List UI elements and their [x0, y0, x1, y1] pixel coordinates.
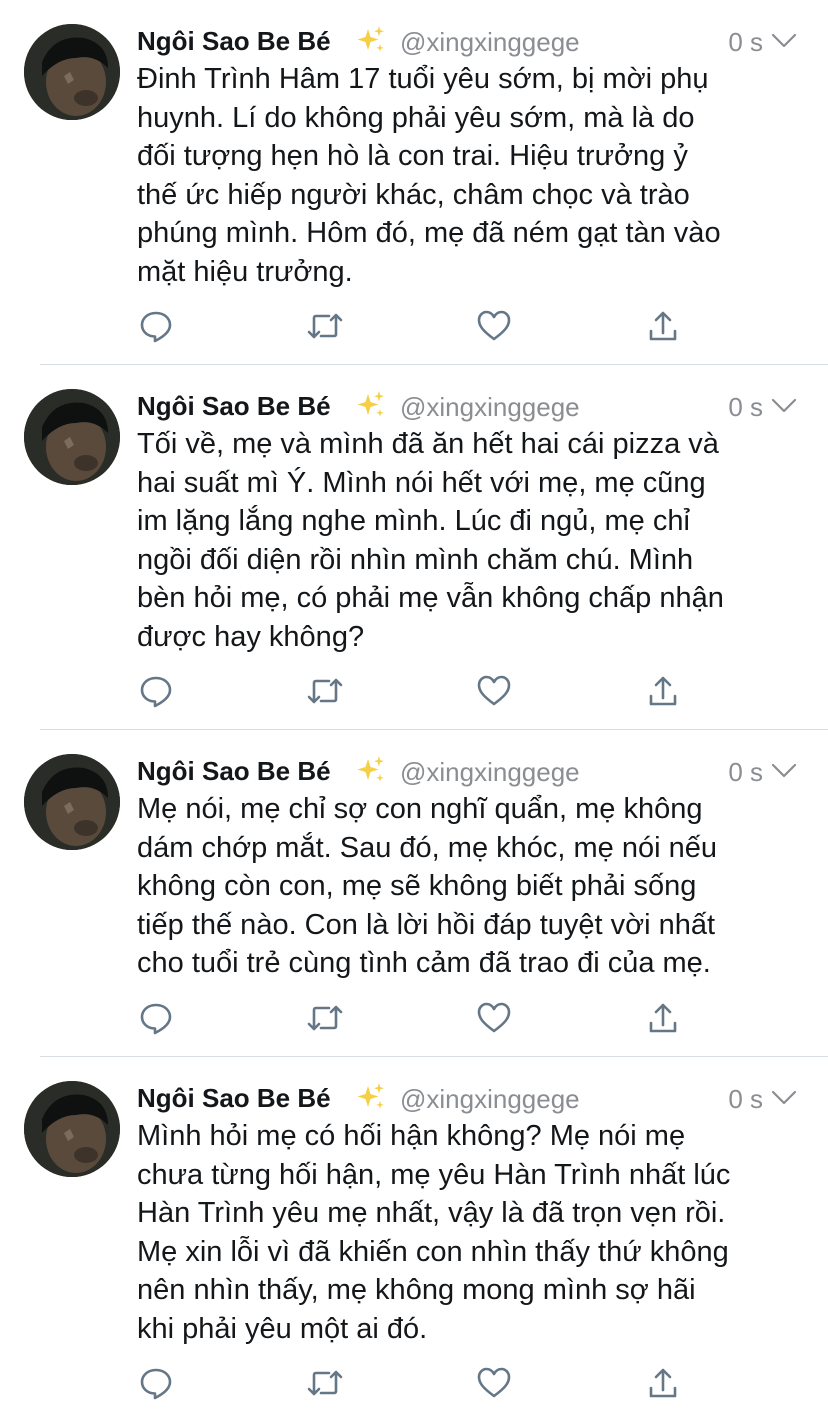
like-button[interactable] — [474, 671, 514, 711]
chevron-down-icon[interactable] — [771, 1089, 797, 1107]
reply-icon — [140, 1003, 172, 1035]
user-handle[interactable]: @xingxinggege — [400, 392, 580, 423]
share-button[interactable] — [643, 671, 683, 711]
avatar[interactable] — [24, 754, 120, 850]
reply-button[interactable] — [136, 306, 176, 346]
tweet-text: Đinh Trình Hâm 17 tuổi yêu sớm, bị mời p… — [137, 63, 721, 288]
timestamp: 0 s — [728, 1084, 763, 1114]
display-name[interactable]: Ngôi Sao Be Bé — [137, 756, 331, 787]
reply-button[interactable] — [136, 1363, 176, 1403]
user-handle[interactable]: @xingxinggege — [400, 27, 580, 58]
tweet[interactable]: Ngôi Sao Be Bé @xingxinggege 0 s Đinh Tr… — [0, 24, 828, 366]
display-name[interactable]: Ngôi Sao Be Bé — [137, 391, 331, 422]
like-icon — [477, 1002, 511, 1033]
like-icon — [477, 675, 511, 706]
retweet-button[interactable] — [305, 306, 345, 346]
tweet-header: Ngôi Sao Be Bé @xingxinggege 0 s — [137, 1081, 799, 1121]
retweet-icon — [307, 313, 343, 339]
user-handle[interactable]: @xingxinggege — [400, 757, 580, 788]
tweet-header: Ngôi Sao Be Bé @xingxinggege 0 s — [137, 389, 799, 429]
retweet-icon — [307, 1370, 343, 1396]
divider — [40, 1056, 828, 1057]
sparkles-icon — [355, 754, 387, 786]
retweet-button[interactable] — [305, 1363, 345, 1403]
like-button[interactable] — [474, 306, 514, 346]
retweet-button[interactable] — [305, 671, 345, 711]
retweet-icon — [307, 678, 343, 704]
display-name[interactable]: Ngôi Sao Be Bé — [137, 1083, 331, 1114]
chevron-down-icon[interactable] — [771, 397, 797, 415]
avatar[interactable] — [24, 389, 120, 485]
avatar[interactable] — [24, 24, 120, 120]
share-icon — [649, 1003, 677, 1033]
like-button[interactable] — [474, 1363, 514, 1403]
like-icon — [477, 1367, 511, 1398]
divider — [40, 729, 828, 730]
reply-icon — [140, 311, 172, 343]
tweet-header: Ngôi Sao Be Bé @xingxinggege 0 s — [137, 754, 799, 794]
timestamp: 0 s — [728, 757, 763, 787]
reply-icon — [140, 676, 172, 708]
like-button[interactable] — [474, 998, 514, 1038]
reply-button[interactable] — [136, 671, 176, 711]
tweet[interactable]: Ngôi Sao Be Bé @xingxinggege 0 s Mẹ nói,… — [0, 754, 828, 1058]
retweet-button[interactable] — [305, 998, 345, 1038]
sparkles-icon — [355, 24, 387, 56]
tweet[interactable]: Ngôi Sao Be Bé @xingxinggege 0 s Mình hỏ… — [0, 1081, 828, 1415]
timestamp: 0 s — [728, 27, 763, 57]
share-icon — [649, 1368, 677, 1398]
sparkles-icon — [355, 1081, 387, 1113]
share-icon — [649, 676, 677, 706]
reply-icon — [140, 1368, 172, 1400]
tweet-text: Tối về, mẹ và mình đã ăn hết hai cái piz… — [137, 428, 724, 653]
share-button[interactable] — [643, 306, 683, 346]
sparkles-icon — [355, 389, 387, 421]
tweet[interactable]: Ngôi Sao Be Bé @xingxinggege 0 s Tối về,… — [0, 389, 828, 731]
user-handle[interactable]: @xingxinggege — [400, 1084, 580, 1115]
share-button[interactable] — [643, 998, 683, 1038]
share-icon — [649, 311, 677, 341]
chevron-down-icon[interactable] — [771, 762, 797, 780]
avatar[interactable] — [24, 1081, 120, 1177]
retweet-icon — [307, 1005, 343, 1031]
timestamp: 0 s — [728, 392, 763, 422]
chevron-down-icon[interactable] — [771, 32, 797, 50]
like-icon — [477, 310, 511, 341]
display-name[interactable]: Ngôi Sao Be Bé — [137, 26, 331, 57]
tweet-header: Ngôi Sao Be Bé @xingxinggege 0 s — [137, 24, 799, 64]
tweet-text: Mẹ nói, mẹ chỉ sợ con nghĩ quẩn, mẹ khôn… — [137, 793, 717, 979]
divider — [40, 364, 828, 365]
tweet-text: Mình hỏi mẹ có hối hận không? Mẹ nói mẹ … — [137, 1120, 731, 1345]
share-button[interactable] — [643, 1363, 683, 1403]
reply-button[interactable] — [136, 998, 176, 1038]
